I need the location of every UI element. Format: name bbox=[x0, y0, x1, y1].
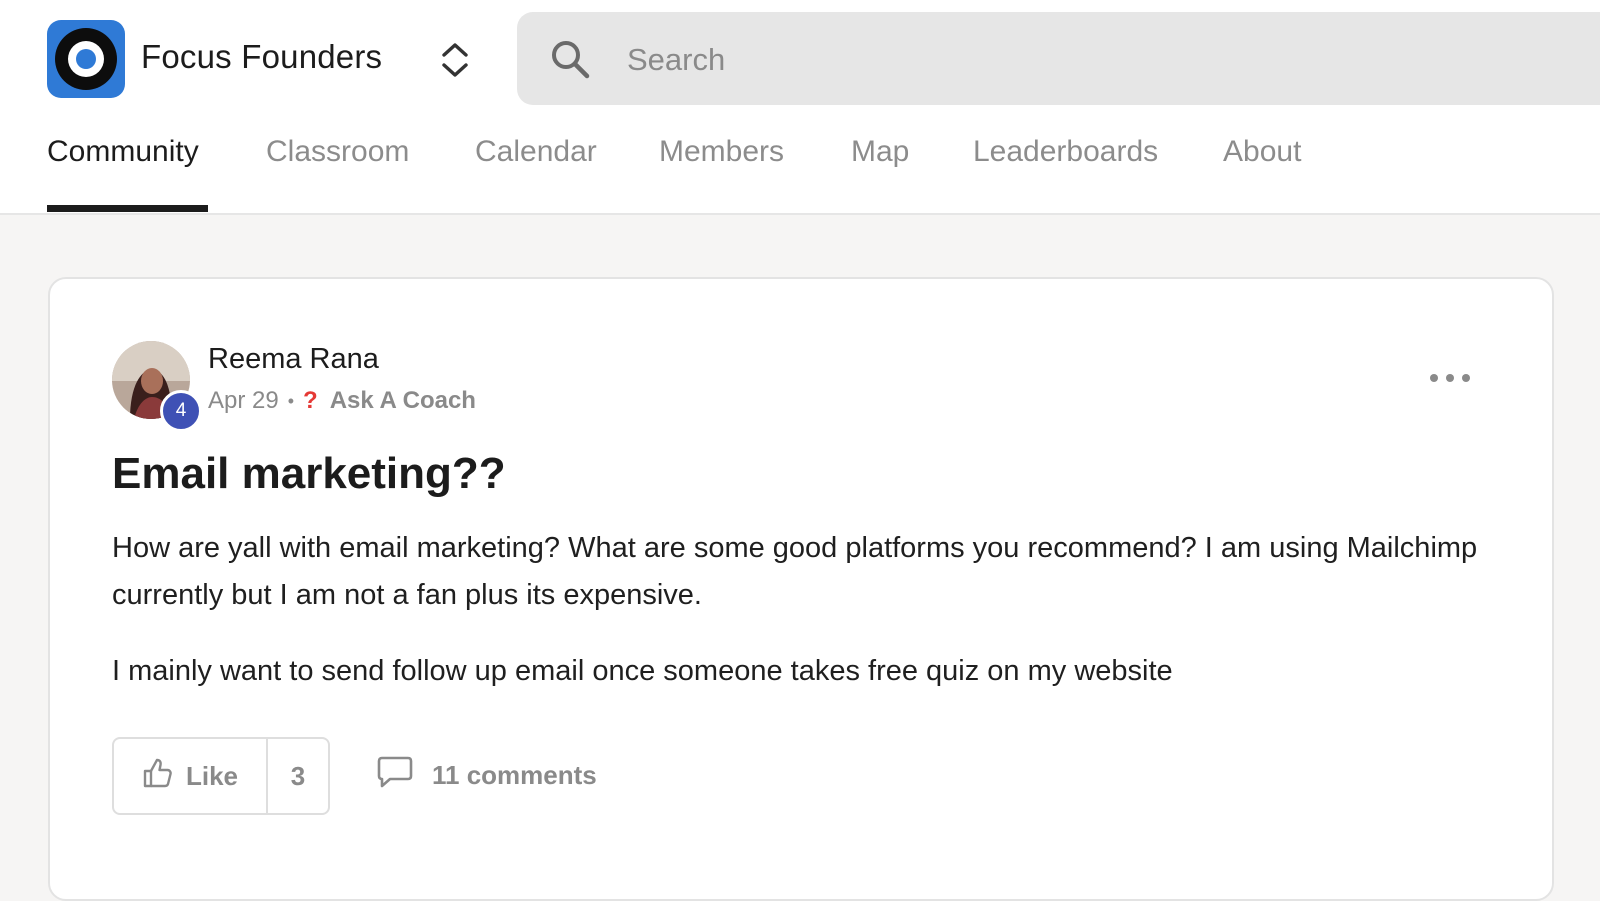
tab-community[interactable]: Community bbox=[47, 135, 199, 169]
post-meta: Apr 29 • ? Ask A Coach bbox=[208, 387, 476, 415]
group-name[interactable]: Focus Founders bbox=[141, 38, 382, 76]
post-card[interactable]: 4 Reema Rana Apr 29 • ? Ask A Coach Emai… bbox=[48, 277, 1554, 901]
level-badge: 4 bbox=[160, 390, 202, 432]
post-date[interactable]: Apr 29 bbox=[208, 387, 279, 415]
question-mark-icon: ? bbox=[303, 387, 318, 414]
post-body-paragraph: I mainly want to send follow up email on… bbox=[112, 655, 1173, 687]
author-name[interactable]: Reema Rana bbox=[208, 343, 379, 376]
chevron-up-down-icon[interactable] bbox=[438, 40, 472, 80]
tab-classroom[interactable]: Classroom bbox=[266, 135, 409, 169]
like-button[interactable]: Like bbox=[114, 739, 268, 813]
more-options-icon[interactable] bbox=[1430, 371, 1470, 385]
post-category[interactable]: Ask A Coach bbox=[330, 387, 476, 415]
comment-icon bbox=[376, 755, 414, 796]
search-icon bbox=[550, 39, 590, 79]
tab-members[interactable]: Members bbox=[659, 135, 784, 169]
post-title[interactable]: Email marketing?? bbox=[112, 449, 506, 499]
tab-about[interactable]: About bbox=[1223, 135, 1301, 169]
comments-link[interactable]: 11 comments bbox=[376, 753, 597, 797]
like-label: Like bbox=[185, 760, 239, 791]
search-bar[interactable] bbox=[517, 12, 1600, 105]
like-count[interactable]: 3 bbox=[268, 739, 328, 813]
search-input[interactable] bbox=[625, 32, 1529, 88]
tab-map[interactable]: Map bbox=[851, 135, 909, 169]
tab-calendar[interactable]: Calendar bbox=[475, 135, 597, 169]
post-body-paragraph: How are yall with email marketing? What … bbox=[112, 532, 1478, 611]
thumbs-up-icon bbox=[142, 757, 174, 796]
comments-count-label: 11 comments bbox=[432, 759, 597, 790]
target-logo-icon[interactable] bbox=[47, 20, 125, 98]
meta-separator: • bbox=[287, 390, 295, 411]
like-group: Like 3 bbox=[112, 737, 330, 815]
active-tab-indicator bbox=[47, 205, 208, 212]
tab-leaderboards[interactable]: Leaderboards bbox=[973, 135, 1158, 169]
top-bar: Focus Founders Community Classroom Calen… bbox=[0, 0, 1600, 215]
